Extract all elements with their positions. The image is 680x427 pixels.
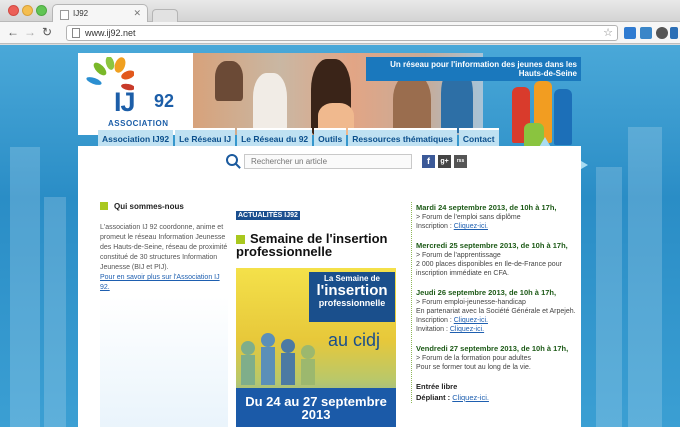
facebook-icon[interactable]: f: [422, 155, 435, 168]
event-item: Mardi 24 septembre 2013, de 10h à 17h, >…: [416, 202, 576, 231]
event-date: Jeudi 26 septembre 2013, de 10h à 17h,: [416, 288, 557, 297]
back-arrow-icon[interactable]: ←: [7, 25, 19, 39]
event-line: > Forum de la formation pour adultes: [416, 355, 531, 362]
page-icon: [72, 28, 80, 38]
forward-arrow-icon[interactable]: →: [24, 25, 36, 39]
web-page: IJ 92 ASSOCIATION Un réseau pour l'infor…: [0, 45, 680, 427]
ij92-logo[interactable]: IJ 92 ASSOCIATION: [78, 53, 193, 135]
inscription-link[interactable]: Cliquez-ici.: [454, 223, 488, 230]
close-tab-icon[interactable]: ✕: [133, 8, 141, 19]
green-square-bullet: [236, 235, 245, 244]
invitation-label: Invitation :: [416, 326, 450, 333]
news-tag: ACTUALITÉS IJ92: [236, 211, 300, 220]
entry-free-text: Entrée libre: [416, 382, 458, 391]
browser-toolbar: ← → ↻ www.ij92.net ☆: [0, 22, 680, 44]
poster-title-band: La Semaine de l'insertion professionnell…: [309, 272, 395, 322]
main-content: f g+ rss Qui sommes-nous L'association I…: [78, 146, 581, 427]
url-text: www.ij92.net: [85, 28, 136, 38]
green-square-bullet: [100, 202, 108, 210]
poster-cidj-text: au cidj: [328, 330, 381, 350]
leaflet-link[interactable]: Cliquez-ici.: [452, 393, 489, 402]
about-title: Qui sommes-nous: [100, 202, 228, 211]
event-item: Jeudi 26 septembre 2013, de 10h à 17h, >…: [416, 287, 576, 334]
event-line: Pour se former tout au long de la vie.: [416, 364, 531, 371]
browser-tab[interactable]: IJ92 ✕: [52, 4, 148, 23]
search-row: f g+ rss: [226, 154, 526, 170]
poster-crowd-illustration: [241, 333, 315, 385]
inscription-label: Inscription :: [416, 317, 454, 324]
minimize-window-button[interactable]: [22, 5, 33, 16]
news-poster-image[interactable]: La Semaine de l'insertion professionnell…: [236, 268, 396, 427]
about-body: L'association IJ 92 coordonne, anime et …: [100, 224, 228, 271]
reload-icon[interactable]: ↻: [42, 25, 52, 39]
invitation-link[interactable]: Cliquez-ici.: [450, 326, 484, 333]
nav-item-ressources[interactable]: Ressources thématiques: [348, 128, 457, 146]
page-favicon-icon: [60, 10, 69, 20]
leaflet-label: Dépliant :: [416, 393, 453, 402]
search-input[interactable]: [244, 154, 412, 169]
bookmark-star-icon[interactable]: ☆: [603, 26, 613, 39]
nav-item-reseau-ij[interactable]: Le Réseau IJ: [175, 128, 236, 146]
menu-icon[interactable]: [670, 27, 678, 39]
event-line: En partenariat avec la Société Générale …: [416, 308, 576, 315]
logo-association-text: ASSOCIATION: [108, 119, 169, 128]
event-line: > Forum de l'emploi sans diplôme: [416, 214, 521, 221]
event-line: > Forum emploi-jeunesse-handicap: [416, 299, 526, 306]
nav-item-reseau-92[interactable]: Le Réseau du 92: [237, 128, 313, 146]
nav-item-association[interactable]: Association IJ92: [98, 128, 174, 146]
about-section: Qui sommes-nous L'association IJ 92 coor…: [100, 202, 228, 293]
event-date: Mercredi 25 septembre 2013, de 10h à 17h…: [416, 241, 568, 250]
extension-icon[interactable]: [624, 27, 636, 39]
googleplus-icon[interactable]: g+: [438, 155, 451, 168]
nav-item-outils[interactable]: Outils: [314, 128, 347, 146]
about-more-link[interactable]: Pour en savoir plus sur l'Association IJ…: [100, 273, 228, 293]
logo-92-text: 92: [154, 91, 175, 111]
event-date: Vendredi 27 septembre 2013, de 10h à 17h…: [416, 344, 569, 353]
window-titlebar: IJ92 ✕: [0, 0, 680, 23]
new-tab-button[interactable]: [152, 9, 178, 22]
main-navigation: Association IJ92 Le Réseau IJ Le Réseau …: [98, 128, 499, 146]
event-line: 2 000 places disponibles en Ile-de-Franc…: [416, 261, 562, 277]
maximize-window-button[interactable]: [36, 5, 47, 16]
inscription-label: Inscription :: [416, 223, 454, 230]
event-line: > Forum de l'apprentissage: [416, 252, 501, 259]
extension-icon[interactable]: [656, 27, 668, 39]
inscription-link[interactable]: Cliquez-ici.: [454, 317, 488, 324]
news-title[interactable]: Semaine de l'insertion professionnelle: [236, 232, 396, 258]
search-icon[interactable]: [226, 154, 238, 166]
logo-ij-text: IJ: [114, 87, 136, 117]
event-date: Mardi 24 septembre 2013, de 10h à 17h,: [416, 203, 557, 212]
poster-dates: Du 24 au 27 septembre 2013: [236, 388, 396, 427]
news-section: ACTUALITÉS IJ92 Semaine de l'insertion p…: [236, 204, 396, 427]
event-item: Mercredi 25 septembre 2013, de 10h à 17h…: [416, 240, 576, 278]
close-window-button[interactable]: [8, 5, 19, 16]
events-section: Mardi 24 septembre 2013, de 10h à 17h, >…: [411, 202, 576, 403]
event-item: Vendredi 27 septembre 2013, de 10h à 17h…: [416, 343, 576, 372]
address-bar[interactable]: www.ij92.net ☆: [66, 25, 618, 41]
tab-title: IJ92: [73, 9, 89, 18]
extension-icon[interactable]: [640, 27, 652, 39]
nav-item-contact[interactable]: Contact: [458, 128, 499, 146]
rss-icon[interactable]: rss: [454, 155, 467, 168]
left-column-fade: [100, 296, 228, 427]
